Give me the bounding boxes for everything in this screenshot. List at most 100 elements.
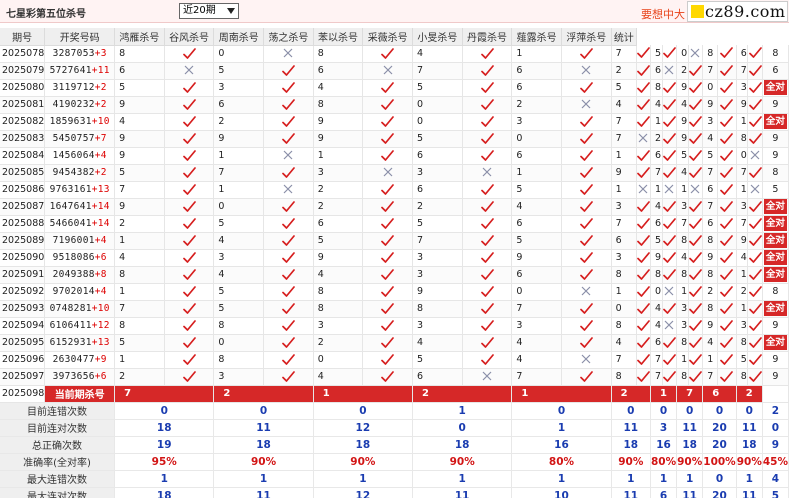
cross-icon	[581, 286, 591, 296]
stat-value: 11	[676, 487, 704, 498]
table-row: 2025095 6152931+13 5 0 2 4 4 4 6 8 4 8 全对	[0, 334, 789, 352]
kill-value: 7	[650, 368, 663, 386]
check-icon	[637, 81, 650, 93]
kill-value: 7	[114, 181, 165, 199]
check-icon	[182, 183, 196, 195]
correct-count: 8	[772, 286, 779, 297]
stat-label: 准确率(全对率)	[0, 453, 116, 471]
kill-value: 1	[114, 232, 165, 250]
promo-link[interactable]: 要想中大	[641, 6, 685, 22]
kill-result	[747, 215, 763, 233]
check-icon	[480, 132, 494, 144]
kill-value: 9	[650, 249, 663, 267]
kill-result	[561, 164, 612, 182]
kill-result	[561, 113, 612, 131]
kill-result	[362, 368, 414, 386]
check-icon	[662, 47, 676, 59]
kill-value: 5	[313, 232, 364, 250]
period-select[interactable]: 近20期	[179, 3, 239, 19]
row-stat: 9	[762, 96, 789, 114]
kill-value: 1	[676, 181, 689, 199]
kill-value: 7	[702, 198, 719, 216]
kill-value: 4	[511, 351, 562, 369]
stat-value: 100%	[702, 453, 737, 471]
stat-row: 目前连对次数 18 11 12 0 1 11 3 11 20 11 0	[0, 419, 789, 437]
check-icon	[720, 98, 734, 110]
kill-result	[717, 113, 737, 131]
stat-value: 0	[702, 402, 737, 420]
kill-value: 3	[702, 113, 719, 131]
current-kill-value: 2	[412, 385, 513, 403]
kill-value: 0	[213, 45, 265, 63]
kill-result	[164, 45, 215, 63]
kill-result	[717, 215, 737, 233]
kill-result	[662, 45, 678, 63]
kill-value: 1	[213, 181, 265, 199]
check-icon	[689, 370, 702, 382]
kill-value: 1	[511, 164, 562, 182]
kill-value: 6	[650, 62, 663, 80]
check-icon	[720, 319, 734, 331]
kill-value: 2	[412, 198, 463, 216]
stat-value: 1	[213, 470, 314, 488]
stat-value: 0	[313, 402, 414, 420]
draw-number: 1456064	[52, 150, 95, 161]
kill-value: 1	[611, 181, 637, 199]
kill-result	[462, 181, 513, 199]
check-icon	[637, 353, 650, 365]
check-icon	[480, 234, 494, 246]
check-icon	[662, 166, 676, 178]
kill-result	[636, 351, 651, 369]
check-icon	[182, 149, 196, 161]
kill-value: 8	[313, 300, 364, 318]
table-row: 2025091 2049388+8 8 4 4 3 6 8 8 8 8 1 全对	[0, 266, 789, 284]
kill-value: 9	[736, 232, 749, 250]
stat-value: 1	[736, 470, 763, 488]
check-icon	[480, 47, 494, 59]
column-header: 丹霞杀号	[462, 28, 513, 46]
kill-result	[362, 96, 414, 114]
check-icon	[182, 234, 196, 246]
row-stat: 全对	[762, 300, 789, 318]
kill-result	[747, 181, 763, 199]
kill-result	[636, 79, 651, 97]
check-icon	[381, 200, 395, 212]
kill-result	[688, 266, 704, 284]
kill-result	[462, 96, 513, 114]
table-row: 2025085 9454382+2 5 7 3 3 1 9 7 4 7 7 8	[0, 164, 789, 182]
kill-value: 9	[114, 198, 165, 216]
site-logo[interactable]: cz89.com	[687, 1, 788, 22]
kill-result	[462, 215, 513, 233]
kill-result	[362, 45, 414, 63]
kill-result	[462, 300, 513, 318]
kill-result	[164, 181, 215, 199]
kill-value: 5	[511, 232, 562, 250]
kill-value: 1	[114, 351, 165, 369]
kill-value: 7	[650, 351, 663, 369]
stat-value: 0	[650, 402, 678, 420]
draw-sum: +14	[91, 218, 110, 229]
check-icon	[748, 302, 762, 314]
kill-result	[362, 147, 414, 165]
kill-value: 1	[313, 147, 364, 165]
kill-result	[263, 198, 314, 216]
check-icon	[182, 353, 196, 365]
kill-value: 8	[736, 368, 749, 386]
kill-result	[688, 215, 704, 233]
kill-value: 3	[736, 79, 749, 97]
stat-label: 目前连错次数	[0, 402, 116, 420]
check-icon	[182, 132, 196, 144]
kill-value: 0	[650, 283, 663, 301]
stat-value: 12	[313, 419, 414, 437]
check-icon	[748, 64, 762, 76]
kill-result	[362, 317, 414, 335]
kill-value: 2	[736, 283, 749, 301]
kill-result	[362, 334, 414, 352]
kill-value: 8	[702, 266, 719, 284]
cross-icon	[184, 65, 194, 75]
check-icon	[748, 98, 762, 110]
check-icon	[662, 251, 676, 263]
stat-value: 90%	[736, 453, 763, 471]
draw-sum: +14	[91, 201, 110, 212]
kill-result	[688, 334, 704, 352]
